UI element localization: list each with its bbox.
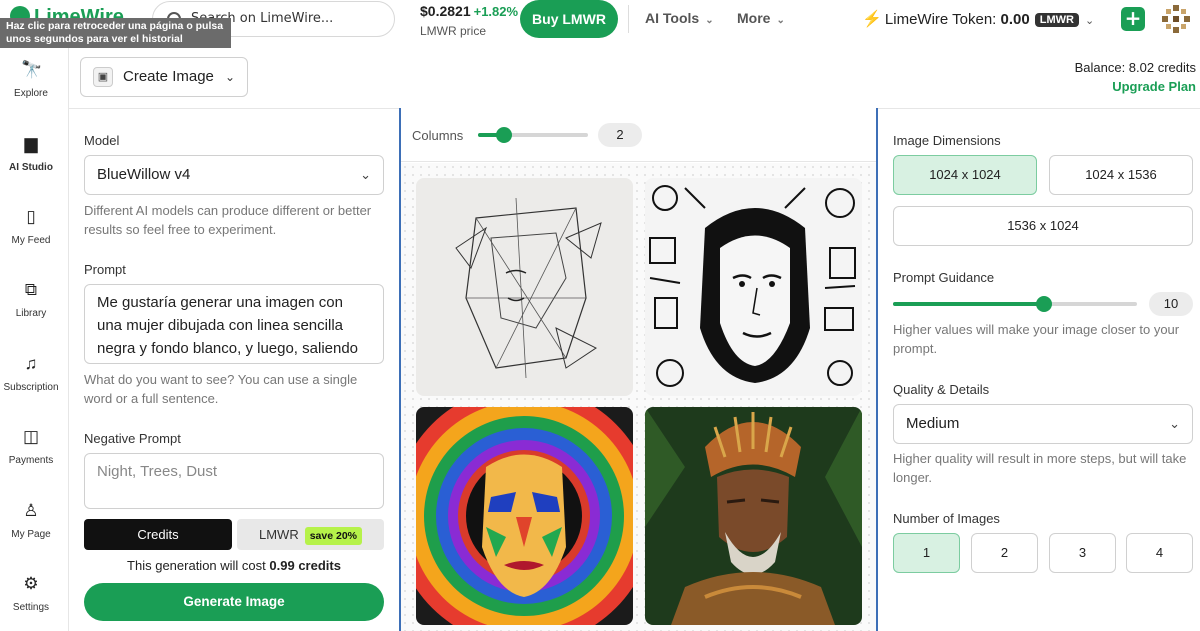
chevron-down-icon: ⌄ xyxy=(1169,416,1180,431)
nav-my-feed[interactable]: ▯ My Feed xyxy=(0,207,62,246)
price-change: +1.82% xyxy=(473,4,519,19)
library-icon: ⧉ xyxy=(24,280,38,299)
left-nav: 🔭 Explore ▆ AI Studio ▯ My Feed ⧉ Library ♫ S… xyxy=(0,48,62,631)
slider-handle[interactable] xyxy=(1036,296,1053,312)
credits-option[interactable]: Credits xyxy=(84,519,232,550)
quality-label: Quality & Details xyxy=(893,382,990,397)
model-value: BlueWillow v4 xyxy=(97,166,191,183)
price-label: LMWR price xyxy=(420,24,487,38)
wallet-icon: ◫ xyxy=(22,427,40,446)
lmwr-price: $0.2821 +1.82% LMWR price xyxy=(420,3,518,38)
token-currency: LMWR xyxy=(1034,13,1079,27)
image-count-4[interactable]: 4 xyxy=(1126,533,1193,573)
upgrade-plan-link[interactable]: Upgrade Plan xyxy=(1075,79,1196,94)
quality-select[interactable]: Medium ⌄ xyxy=(893,404,1193,444)
image-tool-icon: ▣ xyxy=(93,67,113,87)
dimensions-label: Image Dimensions xyxy=(893,133,1001,148)
doodle-woman-image[interactable] xyxy=(645,178,862,396)
image-count-3[interactable]: 3 xyxy=(1049,533,1116,573)
columns-control: Columns 2 xyxy=(401,108,876,162)
avatar[interactable] xyxy=(1162,5,1190,33)
token-balance[interactable]: ⚡ LimeWire Token: 0.00 LMWR ⌄ xyxy=(862,9,1094,29)
music-icon: ♫ xyxy=(24,354,38,373)
psychedelic-face-image[interactable] xyxy=(416,407,633,625)
divider xyxy=(68,48,69,631)
model-help: Different AI models can produce differen… xyxy=(84,203,372,237)
create-image-label: Create Image xyxy=(123,68,214,85)
monitor-icon: ▆ xyxy=(24,134,38,153)
chevron-down-icon: ⌄ xyxy=(705,15,714,26)
prompt-label: Prompt xyxy=(84,262,126,277)
lightning-icon: ⚡ xyxy=(862,11,882,28)
ai-tools-menu[interactable]: AI Tools ⌄ xyxy=(645,10,714,26)
quality-value: Medium xyxy=(906,415,960,432)
price-value: $0.2821 xyxy=(420,3,471,19)
user-icon: ♙ xyxy=(23,501,39,520)
chevron-down-icon: ⌄ xyxy=(1084,15,1095,27)
nav-library[interactable]: ⧉ Library xyxy=(0,280,62,319)
token-label: LimeWire Token: xyxy=(884,11,997,28)
prompt-guidance-value: 10 xyxy=(1149,292,1193,316)
create-image-dropdown[interactable]: ▣ Create Image ⌄ xyxy=(80,57,248,97)
columns-slider[interactable] xyxy=(478,127,588,143)
slider-fill xyxy=(893,302,1045,306)
model-label: Model xyxy=(84,133,120,148)
nav-my-page[interactable]: ♙ My Page xyxy=(0,501,62,540)
negative-prompt-label: Negative Prompt xyxy=(84,431,181,446)
more-menu[interactable]: More ⌄ xyxy=(737,10,785,26)
nav-explore[interactable]: 🔭 Explore xyxy=(0,60,62,99)
chevron-down-icon: ⌄ xyxy=(224,70,235,84)
chevron-down-icon: ⌄ xyxy=(776,15,785,26)
nav-settings[interactable]: ⚙ Settings xyxy=(0,574,62,613)
top-bar: LimeWire Haz clic para retroceder una pá… xyxy=(0,0,1200,48)
line-art-woman-image[interactable] xyxy=(416,178,633,396)
add-button[interactable]: + xyxy=(1121,7,1145,31)
balance-text: Balance: 8.02 credits xyxy=(1074,60,1196,75)
dimension-1536x1024[interactable]: 1536 x 1024 xyxy=(893,206,1193,246)
prompt-help: What do you want to see? You can use a s… xyxy=(84,372,358,406)
prompt-guidance-label: Prompt Guidance xyxy=(893,270,995,285)
gear-icon: ⚙ xyxy=(23,574,39,593)
slider-handle[interactable] xyxy=(496,127,513,143)
image-gallery: Columns 2 xyxy=(399,108,878,631)
number-of-images-label: Number of Images xyxy=(893,511,1000,526)
buy-lmwr-button[interactable]: Buy LMWR xyxy=(520,0,618,38)
chevron-down-icon: ⌄ xyxy=(360,167,371,182)
negative-prompt-input[interactable]: Night, Trees, Dust xyxy=(84,453,384,509)
telescope-icon: 🔭 xyxy=(21,60,43,79)
prompt-input[interactable]: Me gustaría generar una imagen con una m… xyxy=(84,284,384,364)
balance-info: Balance: 8.02 credits Upgrade Plan xyxy=(1075,60,1196,94)
dimension-1024x1024[interactable]: 1024 x 1024 xyxy=(893,155,1037,195)
nav-payments[interactable]: ◫ Payments xyxy=(0,427,62,466)
quality-help: Higher quality will result in more steps… xyxy=(893,451,1187,485)
payment-toggle: Credits LMWR save 20% xyxy=(84,519,384,550)
tribal-elder-image[interactable] xyxy=(645,407,862,625)
image-count-2[interactable]: 2 xyxy=(971,533,1038,573)
gallery-grid xyxy=(401,163,876,631)
save-badge: save 20% xyxy=(304,527,362,545)
lmwr-option[interactable]: LMWR save 20% xyxy=(237,519,384,550)
token-amount: 0.00 xyxy=(1000,11,1030,28)
generate-image-button[interactable]: Generate Image xyxy=(84,583,384,621)
divider xyxy=(628,5,629,33)
prompt-guidance-help: Higher values will make your image close… xyxy=(893,322,1180,356)
columns-label: Columns xyxy=(412,128,464,143)
back-tooltip: Haz clic para retroceder una página o pu… xyxy=(0,18,231,48)
dimension-1024x1536[interactable]: 1024 x 1536 xyxy=(1049,155,1193,195)
model-select[interactable]: BlueWillow v4 ⌄ xyxy=(84,155,384,195)
columns-value: 2 xyxy=(598,123,642,147)
feed-icon: ▯ xyxy=(26,207,36,226)
nav-subscription[interactable]: ♫ Subscription xyxy=(0,354,62,393)
cost-value: 0.99 credits xyxy=(269,558,341,573)
generation-cost: This generation will cost 0.99 credits xyxy=(127,558,341,573)
nav-ai-studio[interactable]: ▆ AI Studio xyxy=(0,134,62,173)
prompt-guidance-slider[interactable] xyxy=(893,296,1137,312)
image-count-1[interactable]: 1 xyxy=(893,533,960,573)
